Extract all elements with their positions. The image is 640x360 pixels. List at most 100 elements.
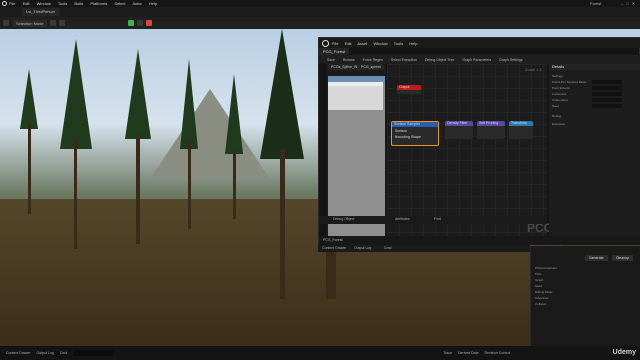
lower-row: Collision <box>535 302 547 306</box>
pcg-menu-tools[interactable]: Tools <box>394 41 403 46</box>
value-field[interactable] <box>592 92 622 96</box>
blueprint-icon[interactable] <box>58 20 65 26</box>
tree-trunk <box>233 149 236 219</box>
select-execution-button[interactable]: Select Execution <box>391 58 417 62</box>
status-trace[interactable]: Trace <box>443 351 452 355</box>
lower-row: PCG <box>535 272 542 276</box>
tab-attributes[interactable]: Attributes <box>395 217 410 221</box>
menu-file[interactable]: File <box>9 1 15 6</box>
details-row-label: Settings <box>552 74 563 78</box>
node-density-filter-title: Density Filter <box>445 121 473 126</box>
value-field[interactable] <box>592 80 622 84</box>
pcg-asset-tab[interactable]: PCG_Forest <box>319 48 350 55</box>
details-panel-lower: PCGComponent PCG Graph Seed Editing Mode… <box>530 246 640 346</box>
details-row-label: Unbounded <box>552 98 568 102</box>
tree <box>60 39 92 149</box>
pcg-titlebar: File Edit Asset Window Tools Help <box>319 38 640 48</box>
status-content-drawer[interactable]: Content Drawer <box>6 351 31 355</box>
pin-bounding-shape[interactable]: Bounding Shape <box>392 135 438 139</box>
status-derived-data[interactable]: Derived Data <box>458 351 478 355</box>
lower-row: Graph <box>535 278 544 282</box>
tab-find[interactable]: Find <box>434 217 441 221</box>
pcg-menu-asset[interactable]: Asset <box>357 41 367 46</box>
graph-parameters-button[interactable]: Graph Parameters <box>462 58 491 62</box>
node-output[interactable]: Output <box>397 85 421 94</box>
status-revision-control[interactable]: Revision Control <box>485 351 511 355</box>
pin-surface[interactable]: Surface <box>392 129 438 133</box>
menu-help[interactable]: Help <box>149 1 157 6</box>
window-controls[interactable]: –□✕ <box>621 1 638 6</box>
pcg-menu-window[interactable]: Window <box>374 41 388 46</box>
node-output-title: Output <box>397 85 421 90</box>
details-row-label: Looseness <box>552 92 567 96</box>
stop-icon[interactable] <box>146 20 152 26</box>
content-drawer-link[interactable]: Content Drawer <box>322 246 347 250</box>
zoom-level: Zoom 1:1 <box>525 67 542 72</box>
details-row: Settings <box>552 74 638 78</box>
details-row: Point Extents <box>552 86 638 90</box>
play-controls <box>125 20 152 26</box>
pause-icon[interactable] <box>137 20 143 26</box>
force-regen-button[interactable]: Force Regen <box>363 58 383 62</box>
pcg-status-tab[interactable]: PCG_Forest <box>323 238 342 242</box>
unreal-logo-icon[interactable] <box>2 1 7 6</box>
preview-building <box>328 82 383 110</box>
value-field[interactable] <box>592 86 622 90</box>
graph-settings-button[interactable]: Graph Settings <box>499 58 522 62</box>
tree <box>180 59 198 149</box>
drawer-bar: Content Drawer Output Log Cmd <box>318 245 530 252</box>
details-row-label: Debug <box>552 114 561 118</box>
pcg-menu-help[interactable]: Help <box>409 41 417 46</box>
node-self-pruning-title: Self Pruning <box>477 121 505 126</box>
debug-object-tree-button[interactable]: Debug Object Tree <box>425 58 454 62</box>
menu-build[interactable]: Build <box>74 1 83 6</box>
details-row-label: Point Extents <box>552 86 570 90</box>
details-title: Details <box>549 64 640 70</box>
menu-window[interactable]: Window <box>37 1 51 6</box>
browse-button[interactable]: Browse <box>343 58 355 62</box>
save-icon[interactable] <box>3 20 9 26</box>
node-surface-sampler[interactable]: Surface Sampler Surface Bounding Shape <box>391 121 439 146</box>
pcg-menu-edit[interactable]: Edit <box>345 41 352 46</box>
lower-row: Editing Mode <box>535 290 553 294</box>
mountain <box>150 89 270 179</box>
value-field[interactable] <box>592 98 622 102</box>
details-row: Points Per Squared Meter <box>552 80 638 84</box>
menu-tools[interactable]: Tools <box>58 1 67 6</box>
menu-platforms[interactable]: Platforms <box>90 1 107 6</box>
node-self-pruning[interactable]: Self Pruning <box>477 121 505 139</box>
tab-sphere[interactable]: PCG_sphere <box>358 64 385 70</box>
editor-status-bar: Content Drawer Output Log Cmd Trace Deri… <box>0 346 640 360</box>
status-output-log[interactable]: Output Log <box>37 351 54 355</box>
play-icon[interactable] <box>128 20 134 26</box>
unreal-logo-icon[interactable] <box>322 39 329 47</box>
pcg-menu-file[interactable]: File <box>332 41 338 46</box>
selection-mode-dropdown[interactable]: Selection Mode <box>13 19 47 27</box>
output-log-link[interactable]: Output Log <box>354 246 371 250</box>
tab-debug-object[interactable]: Debug Object <box>333 217 354 221</box>
generate-button[interactable]: Generate <box>585 255 608 261</box>
tree-trunk <box>280 149 285 299</box>
tree-trunk <box>188 139 191 229</box>
menu-edit[interactable]: Edit <box>23 1 30 6</box>
save-button[interactable]: Save <box>327 58 335 62</box>
node-transform[interactable]: Transform <box>509 121 533 139</box>
add-icon[interactable] <box>49 20 56 26</box>
value-field[interactable] <box>592 104 622 108</box>
lower-row: Seed <box>535 284 543 288</box>
node-density-filter[interactable]: Density Filter <box>445 121 473 139</box>
status-cmd[interactable]: Cmd <box>60 351 67 355</box>
menu-select[interactable]: Select <box>114 1 125 6</box>
tree <box>20 69 38 129</box>
main-menu: File Edit Window Tools Build Platforms S… <box>9 1 163 6</box>
main-toolbar: Selection Mode <box>0 17 640 29</box>
details-row-label: Points Per Squared Meter <box>552 80 587 84</box>
console-input[interactable] <box>73 350 114 356</box>
cmd-label[interactable]: Cmd <box>384 246 391 250</box>
cleanup-button[interactable]: Cleanup <box>612 255 634 261</box>
menu-actor[interactable]: Actor <box>132 1 141 6</box>
tab-spline[interactable]: PCGs_Spline_W <box>328 64 361 70</box>
project-name: Forest <box>590 1 602 6</box>
level-tab[interactable]: Lvl_ThirdPerson <box>22 8 60 16</box>
details-row: Execution <box>552 122 638 126</box>
